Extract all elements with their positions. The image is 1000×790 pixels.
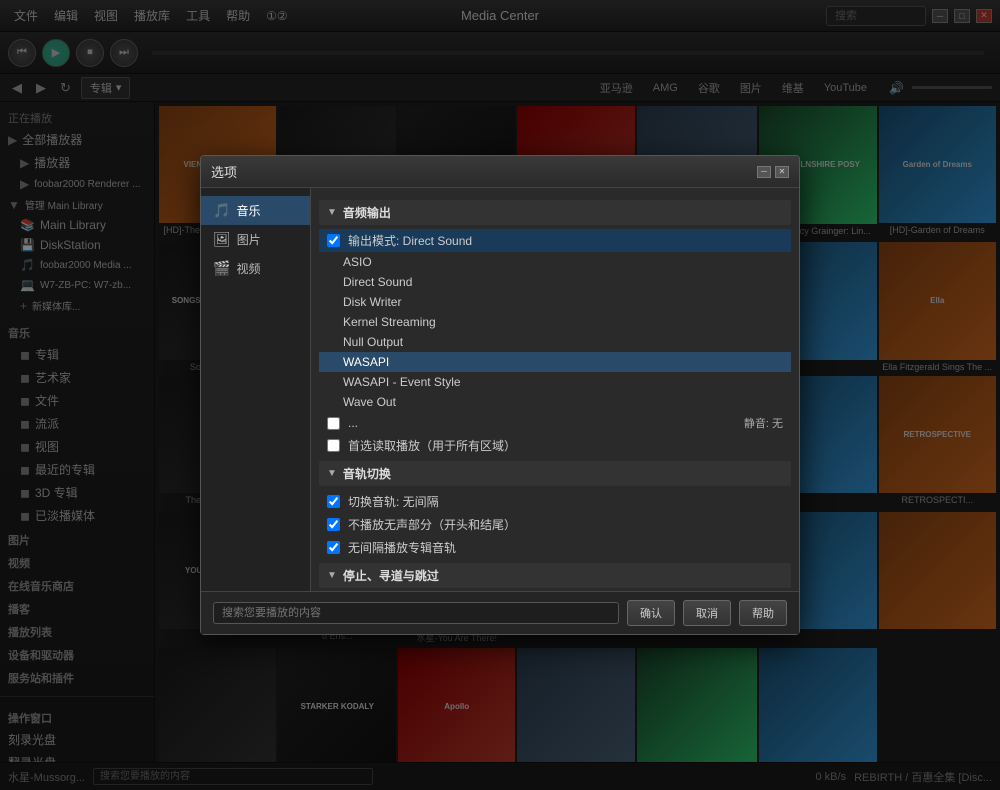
stop-seek-label: 停止、寻道与跳过 xyxy=(343,567,439,584)
output-mode-label: 输出模式: Direct Sound xyxy=(348,232,783,249)
mute-option[interactable]: ... 静音: 无 xyxy=(319,412,791,434)
output-mode-checkbox[interactable] xyxy=(327,234,340,247)
preferred-read-option[interactable]: 首选读取播放（用于所有区域） xyxy=(319,434,791,457)
output-mode-option[interactable]: 输出模式: Direct Sound xyxy=(319,229,791,252)
stop-seek-header: ▼ 停止、寻道与跳过 xyxy=(319,563,791,588)
preferred-read-label: 首选读取播放（用于所有区域） xyxy=(348,437,783,454)
preferred-read-checkbox[interactable] xyxy=(327,439,340,452)
mute-label: ... xyxy=(348,416,736,430)
dialog-cat-photo-label: 图片 xyxy=(237,231,261,248)
dialog-minimize-button[interactable]: ─ xyxy=(757,166,771,178)
options-dialog: 选项 ─ ✕ 🎵 音乐 🖼 图片 🎬 视频 xyxy=(200,155,800,635)
direct-sound-option[interactable]: Direct Sound xyxy=(319,272,791,292)
mute-value: 静音: 无 xyxy=(744,415,783,431)
no-silence-label: 不播放无声部分（开头和结尾） xyxy=(348,516,783,533)
video-cat-icon: 🎬 xyxy=(213,260,230,277)
asio-option[interactable]: ASIO xyxy=(319,252,791,272)
no-silence-option[interactable]: 不播放无声部分（开头和结尾） xyxy=(319,513,791,536)
audio-output-label: 音频输出 xyxy=(343,204,391,221)
dialog-footer: 确认 取消 帮助 xyxy=(201,591,799,634)
dialog-cat-music[interactable]: 🎵 音乐 xyxy=(201,196,310,225)
null-output-option[interactable]: Null Output xyxy=(319,332,791,352)
album-gapless-checkbox[interactable] xyxy=(327,541,340,554)
wasapi-option[interactable]: WASAPI xyxy=(319,352,791,372)
dialog-window-controls: ─ ✕ xyxy=(757,166,789,178)
gapless-option[interactable]: 切换音轨: 无间隔 xyxy=(319,490,791,513)
music-cat-icon: 🎵 xyxy=(213,202,230,219)
dialog-sidebar: 🎵 音乐 🖼 图片 🎬 视频 xyxy=(201,188,311,591)
dialog-search-input[interactable] xyxy=(213,602,619,624)
cancel-button[interactable]: 取消 xyxy=(683,600,731,626)
album-gapless-label: 无间隔播放专辑音轨 xyxy=(348,539,783,556)
dialog-titlebar: 选项 ─ ✕ xyxy=(201,156,799,188)
dialog-close-button[interactable]: ✕ xyxy=(775,166,789,178)
dialog-cat-music-label: 音乐 xyxy=(236,202,260,219)
gapless-checkbox[interactable] xyxy=(327,495,340,508)
dialog-content: ▼ 音频输出 输出模式: Direct Sound ASIO Direct So… xyxy=(311,188,799,591)
chevron-icon: ▼ xyxy=(327,468,337,479)
chevron-icon: ▼ xyxy=(327,570,337,581)
no-silence-checkbox[interactable] xyxy=(327,518,340,531)
album-gapless-option[interactable]: 无间隔播放专辑音轨 xyxy=(319,536,791,559)
wasapi-event-option[interactable]: WASAPI - Event Style xyxy=(319,372,791,392)
photo-cat-icon: 🖼 xyxy=(213,231,231,248)
disk-writer-option[interactable]: Disk Writer xyxy=(319,292,791,312)
audio-output-header: ▼ 音频输出 xyxy=(319,200,791,225)
dialog-overlay: 选项 ─ ✕ 🎵 音乐 🖼 图片 🎬 视频 xyxy=(0,0,1000,790)
help-button[interactable]: 帮助 xyxy=(739,600,787,626)
track-switch-header: ▼ 音轨切换 xyxy=(319,461,791,486)
wave-out-option[interactable]: Wave Out xyxy=(319,392,791,412)
chevron-icon: ▼ xyxy=(327,207,337,218)
dialog-cat-video[interactable]: 🎬 视频 xyxy=(201,254,310,283)
dialog-cat-photo[interactable]: 🖼 图片 xyxy=(201,225,310,254)
dialog-cat-video-label: 视频 xyxy=(236,260,260,277)
mute-checkbox[interactable] xyxy=(327,417,340,430)
dialog-body: 🎵 音乐 🖼 图片 🎬 视频 ▼ 音频输出 xyxy=(201,188,799,591)
dialog-title: 选项 xyxy=(211,162,237,181)
track-switch-label: 音轨切换 xyxy=(343,465,391,482)
confirm-button[interactable]: 确认 xyxy=(627,600,675,626)
kernel-streaming-option[interactable]: Kernel Streaming xyxy=(319,312,791,332)
gapless-label: 切换音轨: 无间隔 xyxy=(348,493,783,510)
